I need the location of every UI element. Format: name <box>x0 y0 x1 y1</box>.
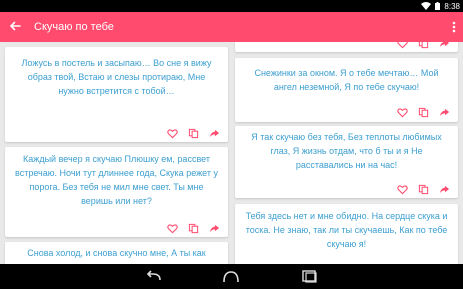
quote-text: Снова холод, и снова скучно мне, А ты ка… <box>27 248 206 258</box>
battery-icon <box>435 2 441 10</box>
heart-outline-icon[interactable] <box>167 221 178 233</box>
quote-text: Каждый вечер я скучаю Плюшку ем, рассвет… <box>15 154 218 206</box>
app-bar: Скучаю по тебе <box>0 12 463 42</box>
card-actions <box>397 180 450 194</box>
status-icons: 8:38 <box>421 0 460 12</box>
copy-icon[interactable] <box>188 126 199 138</box>
quote-card-partial <box>235 42 458 52</box>
nav-recents-icon[interactable] <box>300 269 320 284</box>
quote-text: Снежинки за окном. Я о тебе мечтаю… Мой … <box>254 68 439 92</box>
quote-text: Ложусь в постель и засыпаю… Во сне я виж… <box>21 58 212 96</box>
status-time: 8:38 <box>444 1 460 11</box>
share-icon[interactable] <box>439 42 450 47</box>
wifi-icon <box>421 2 432 10</box>
quote-text: Я так скучаю без тебя, Без теплоты любим… <box>251 132 442 170</box>
system-nav-bar <box>0 264 463 289</box>
page-title: Скучаю по тебе <box>34 21 114 33</box>
back-arrow-icon[interactable] <box>8 19 22 33</box>
heart-outline-icon[interactable] <box>397 105 408 117</box>
share-icon[interactable] <box>209 126 220 137</box>
copy-icon[interactable] <box>188 221 199 233</box>
share-icon[interactable] <box>439 182 450 193</box>
card-actions <box>167 124 220 138</box>
copy-icon[interactable] <box>418 42 429 48</box>
status-bar: 8:38 <box>0 0 463 12</box>
card-actions <box>397 42 450 48</box>
quote-card: Каждый вечер я скучаю Плюшку ем, рассвет… <box>5 147 228 237</box>
copy-icon[interactable] <box>418 105 429 117</box>
quote-card: Снова холод, и снова скучно мне, А ты ка… <box>5 242 228 264</box>
quote-card: Ложусь в постель и засыпаю… Во сне я виж… <box>5 47 228 142</box>
heart-outline-icon[interactable] <box>397 42 408 48</box>
copy-icon[interactable] <box>418 182 429 194</box>
quote-text: Тебя здесь нет и мне обидно. На сердце с… <box>245 211 448 249</box>
overflow-menu-icon[interactable] <box>449 19 459 35</box>
share-icon[interactable] <box>439 105 450 116</box>
share-icon[interactable] <box>209 221 220 232</box>
quotes-list[interactable]: Ложусь в постель и засыпаю… Во сне я виж… <box>0 42 463 264</box>
nav-home-icon[interactable] <box>221 269 241 284</box>
card-actions <box>167 219 220 233</box>
quote-card: Я так скучаю без тебя, Без теплоты любим… <box>235 126 458 198</box>
card-actions <box>397 103 450 117</box>
quote-card: Тебя здесь нет и мне обидно. На сердце с… <box>235 204 458 264</box>
nav-back-icon[interactable] <box>144 269 164 284</box>
quote-card: Снежинки за окном. Я о тебе мечтаю… Мой … <box>235 58 458 122</box>
heart-outline-icon[interactable] <box>397 182 408 194</box>
heart-outline-icon[interactable] <box>167 126 178 138</box>
